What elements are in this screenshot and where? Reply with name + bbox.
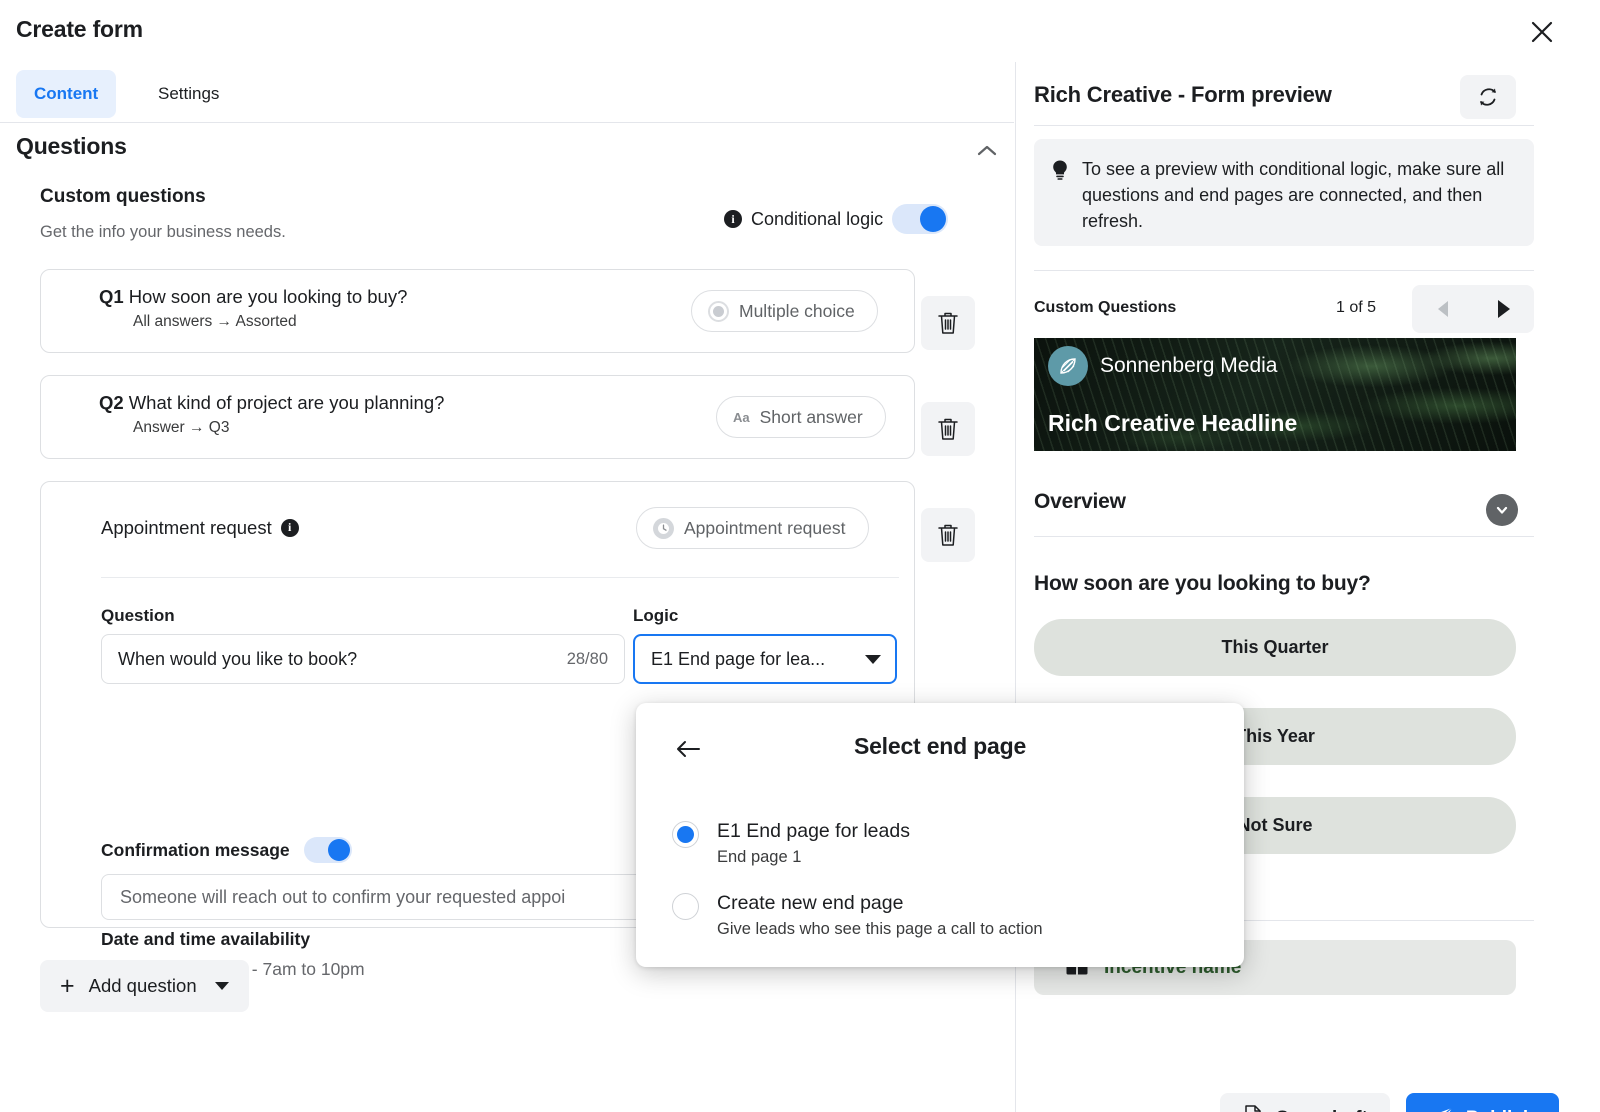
card-divider — [101, 577, 899, 578]
tab-settings[interactable]: Settings — [140, 70, 237, 118]
brand-name: Sonnenberg Media — [1100, 354, 1278, 377]
banner-headline: Rich Creative Headline — [1048, 410, 1298, 436]
preview-divider-tip — [1034, 270, 1534, 271]
question-q1-text: Q1 How soon are you looking to buy? — [99, 286, 408, 307]
end-page-option-1-sub: End page 1 — [717, 848, 802, 867]
refresh-icon[interactable] — [1460, 75, 1516, 119]
custom-questions-description: Get the info your business needs. — [40, 223, 286, 241]
tab-bar: Content Settings — [0, 70, 1014, 122]
create-form-dialog: Create form Content Settings Questions C… — [0, 0, 1600, 1112]
question-q2-text: Q2 What kind of project are you planning? — [99, 392, 445, 413]
send-icon — [1430, 1105, 1454, 1112]
end-page-option-1[interactable]: E1 End page for leads End page 1 — [672, 819, 910, 867]
end-page-option-1-label: E1 End page for leads — [717, 820, 910, 842]
preview-divider-top — [1034, 125, 1534, 126]
chevron-down-icon — [214, 982, 229, 990]
char-counter: 28/80 — [566, 649, 608, 668]
question-field-label: Question — [101, 606, 175, 625]
page-counter: 1 of 5 — [1336, 299, 1377, 316]
add-question-button[interactable]: + Add question — [40, 960, 249, 1012]
end-page-option-2-label: Create new end page — [717, 892, 904, 914]
leaf-logo-icon — [1048, 346, 1088, 386]
appointment-type-pill[interactable]: Appointment request — [636, 507, 869, 549]
lightbulb-icon — [1050, 159, 1070, 246]
preview-question-text: How soon are you looking to buy? — [1034, 572, 1371, 595]
availability-title: Date and time availability — [101, 929, 311, 949]
clock-icon — [653, 517, 674, 539]
radio-circle-icon — [708, 300, 729, 322]
preview-title: Rich Creative - Form preview — [1034, 82, 1332, 107]
preview-tip: To see a preview with conditional logic,… — [1034, 139, 1534, 246]
nav-buttons — [1412, 285, 1534, 333]
end-page-option-2-sub: Give leads who see this page a call to a… — [717, 920, 1043, 939]
add-question-label: Add question — [88, 975, 197, 996]
modal-title: Select end page — [853, 733, 1027, 759]
delete-appointment-icon[interactable] — [921, 508, 975, 562]
footer-actions: Save draft Publish — [1220, 1093, 1559, 1112]
overview-label: Overview — [1034, 490, 1126, 513]
question-q1-type-pill[interactable]: Multiple choice — [691, 290, 878, 332]
conditional-logic-control: i Conditional logic — [724, 204, 949, 234]
next-page-icon[interactable] — [1473, 285, 1534, 333]
appointment-title: Appointment request i — [101, 516, 299, 539]
prev-page-icon[interactable] — [1412, 285, 1473, 333]
close-icon[interactable] — [1526, 16, 1558, 48]
radio-unselected-icon[interactable] — [672, 893, 699, 920]
question-q1-logic: All answers → Assorted — [133, 313, 297, 330]
question-q2-logic: Answer → Q3 — [133, 419, 230, 436]
chevron-down-icon — [865, 654, 881, 664]
creative-banner: Sonnenberg Media Rich Creative Headline — [1034, 338, 1516, 451]
conditional-logic-toggle[interactable] — [892, 204, 949, 234]
document-icon — [1242, 1104, 1264, 1112]
info-icon[interactable]: i — [724, 210, 742, 228]
chevron-up-icon[interactable] — [975, 143, 999, 159]
confirmation-message-label: Confirmation message — [101, 839, 290, 860]
custom-questions-heading: Custom questions — [40, 186, 206, 207]
preview-answer-option-1[interactable]: This Quarter — [1034, 619, 1516, 676]
question-card-q1[interactable]: Q1 How soon are you looking to buy? All a… — [40, 269, 915, 353]
question-card-q2[interactable]: Q2 What kind of project are you planning?… — [40, 375, 915, 459]
delete-question-q2-icon[interactable] — [921, 402, 975, 456]
confirmation-message-toggle[interactable] — [303, 837, 352, 863]
publish-label: Publish — [1466, 1108, 1535, 1112]
save-draft-button[interactable]: Save draft — [1220, 1093, 1390, 1112]
custom-questions-nav: Custom Questions 1 of 5 — [1034, 285, 1534, 335]
preview-tip-text: To see a preview with conditional logic,… — [1082, 159, 1505, 232]
questions-section-title: Questions — [16, 133, 127, 159]
question-q2-type-pill[interactable]: Aa Short answer — [716, 396, 886, 438]
confirmation-message-control: Confirmation message — [101, 837, 352, 863]
preview-divider-overview — [1034, 536, 1534, 537]
tab-content[interactable]: Content — [16, 70, 117, 118]
chevron-down-icon[interactable] — [1486, 494, 1518, 526]
radio-selected-icon[interactable] — [672, 821, 699, 848]
title-bar: Create form — [0, 0, 1600, 62]
delete-question-q1-icon[interactable] — [921, 296, 975, 350]
page-title: Create form — [16, 16, 143, 42]
end-page-option-2[interactable]: Create new end page Give leads who see t… — [672, 891, 1043, 939]
select-end-page-modal: Select end page E1 End page for leads En… — [636, 703, 1244, 967]
publish-button[interactable]: Publish — [1405, 1093, 1559, 1112]
text-aa-icon: Aa — [733, 409, 750, 425]
logic-field-label: Logic — [633, 606, 679, 625]
question-input[interactable]: When would you like to book? 28/80 — [101, 634, 625, 684]
save-draft-label: Save draft — [1276, 1108, 1368, 1112]
logic-select[interactable]: E1 End page for lea... — [633, 634, 897, 684]
conditional-logic-label: Conditional logic — [751, 208, 884, 229]
plus-icon: + — [60, 971, 75, 1000]
custom-questions-label: Custom Questions — [1034, 299, 1177, 316]
info-icon[interactable]: i — [280, 518, 299, 537]
